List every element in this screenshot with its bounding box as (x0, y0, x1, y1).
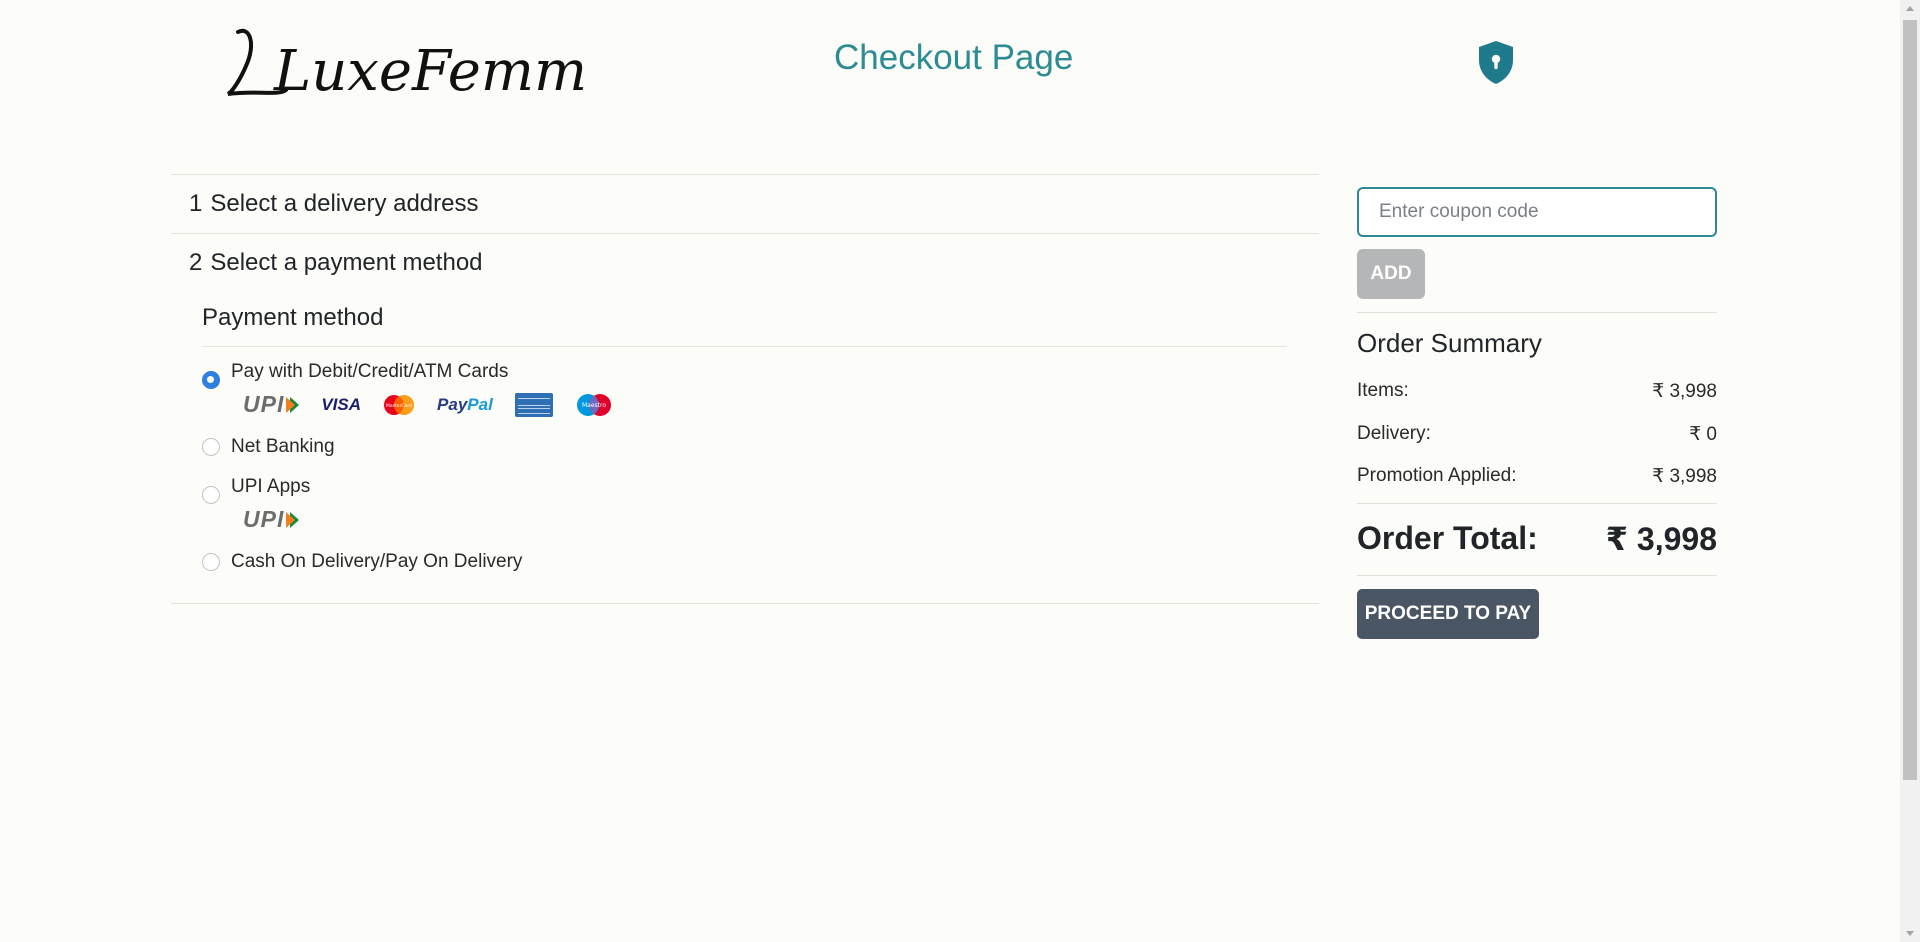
svg-text:MasterCard: MasterCard (386, 403, 412, 409)
payment-option-upi-apps[interactable]: UPI Apps UPI (202, 476, 1287, 533)
step-number: 2 (189, 249, 203, 276)
option-label: Cash On Delivery/Pay On Delivery (231, 551, 523, 572)
upi-logo-icon: UPI (243, 391, 300, 418)
visa-logo-icon: VISA (321, 394, 362, 414)
option-label: Net Banking (231, 436, 335, 457)
scroll-down-arrow-icon[interactable] (1906, 931, 1914, 936)
divider (1357, 575, 1717, 576)
page-title: Checkout Page (834, 38, 1074, 77)
payment-option-cards[interactable]: Pay with Debit/Credit/ATM Cards UPI VISA… (202, 361, 1287, 418)
payment-method-panel: Payment method Pay with Debit/Credit/ATM… (171, 292, 1319, 604)
row-label: Delivery: (1357, 423, 1431, 444)
scrollbar-thumb[interactable] (1903, 20, 1917, 780)
radio-net-banking[interactable] (202, 438, 220, 456)
coupon-code-input[interactable] (1357, 187, 1717, 237)
summary-row-promotion: Promotion Applied: ₹ 3,998 (1357, 465, 1717, 488)
divider (1357, 503, 1717, 504)
radio-cod[interactable] (202, 553, 220, 571)
radio-upi-apps[interactable] (202, 486, 220, 504)
summary-row-delivery: Delivery: ₹ 0 (1357, 423, 1717, 446)
luxefemme-logo[interactable]: LuxeFemme (226, 18, 586, 104)
add-coupon-button[interactable]: ADD (1357, 249, 1425, 299)
option-label: UPI Apps (231, 476, 311, 497)
svg-text:Maestro: Maestro (582, 402, 606, 409)
card-logos: UPI VISA MasterCard PayPal Maestro (243, 391, 613, 418)
scroll-up-arrow-icon[interactable] (1906, 6, 1914, 11)
logo-wordmark: LuxeFemme (273, 39, 586, 104)
upi-logo-icon: UPI (243, 506, 300, 533)
row-label: Items: (1357, 380, 1409, 401)
paypal-logo-icon: PayPal (437, 394, 493, 414)
order-summary-title: Order Summary (1357, 328, 1542, 358)
step-delivery-address[interactable]: 1 Select a delivery address (171, 174, 1319, 233)
step-label: Select a payment method (210, 249, 483, 276)
amex-logo-icon (514, 392, 553, 417)
step-payment-method[interactable]: 2 Select a payment method (171, 233, 1319, 292)
upi-logos: UPI (243, 506, 310, 533)
row-value: ₹ 3,998 (1652, 466, 1717, 487)
proceed-to-pay-button[interactable]: PROCEED TO PAY (1357, 589, 1539, 639)
divider (1357, 312, 1717, 313)
radio-cards[interactable] (202, 371, 220, 389)
row-label: Promotion Applied: (1357, 465, 1517, 486)
summary-row-items: Items: ₹ 3,998 (1357, 380, 1717, 403)
payment-option-cod[interactable]: Cash On Delivery/Pay On Delivery (202, 551, 1287, 573)
payment-option-net-banking[interactable]: Net Banking (202, 436, 1287, 458)
order-total-value: ₹ 3,998 (1605, 521, 1717, 557)
vertical-scrollbar[interactable] (1900, 0, 1920, 942)
shield-keyhole-icon (1479, 41, 1513, 84)
row-value: ₹ 3,998 (1652, 381, 1717, 402)
order-total-label: Order Total: (1357, 520, 1538, 556)
option-label: Pay with Debit/Credit/ATM Cards (231, 361, 509, 382)
checkout-steps: 1 Select a delivery address 2 Select a p… (171, 174, 1319, 604)
step-number: 1 (189, 190, 203, 217)
row-value: ₹ 0 (1689, 424, 1717, 445)
order-total: Order Total: ₹ 3,998 (1357, 520, 1717, 558)
checkout-page: LuxeFemme Checkout Page 1 Select a deliv… (0, 0, 1900, 942)
step-label: Select a delivery address (210, 190, 479, 217)
payment-method-heading: Payment method (202, 304, 1287, 347)
mastercard-logo-icon: MasterCard (384, 394, 415, 415)
maestro-logo-icon: Maestro (576, 393, 611, 416)
